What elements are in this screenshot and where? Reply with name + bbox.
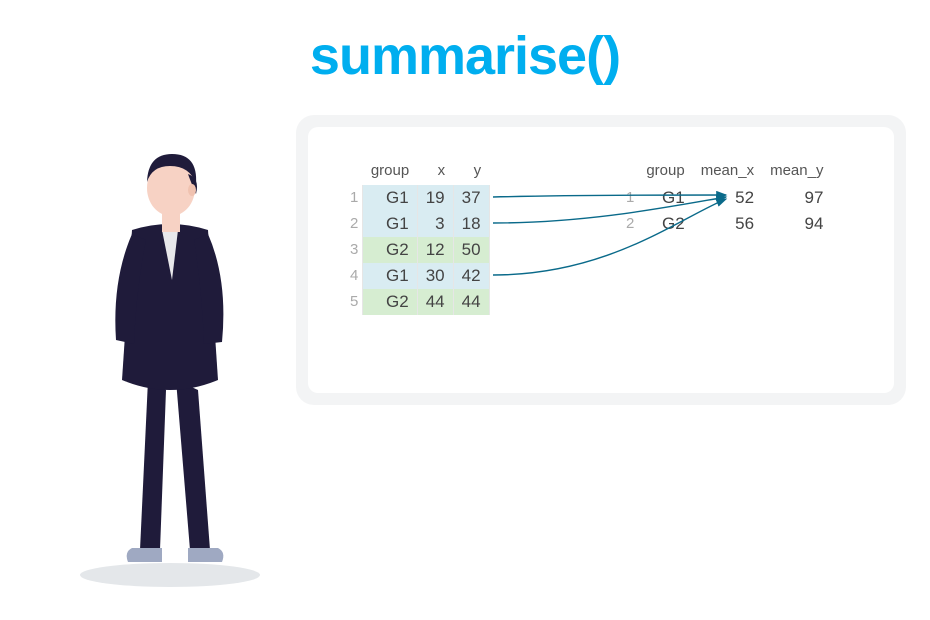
- table-cell: 4: [342, 263, 363, 289]
- table-cell: 19: [417, 185, 453, 211]
- table-cell: 3: [342, 237, 363, 263]
- table-row: 5G24444: [342, 289, 489, 315]
- table-cell: 42: [453, 263, 489, 289]
- col-header: group: [363, 162, 417, 185]
- output-table: group mean_x mean_y 1G152972G25694: [618, 162, 831, 237]
- page-title: summarise(): [0, 25, 930, 87]
- table-cell: 2: [342, 211, 363, 237]
- table-cell: 1: [342, 185, 363, 211]
- table-cell: G1: [363, 211, 417, 237]
- table-cell: 2: [618, 211, 638, 237]
- table-row: 4G13042: [342, 263, 489, 289]
- table-cell: 52: [693, 185, 762, 211]
- table-row: 2G25694: [618, 211, 831, 237]
- table-row: 1G11937: [342, 185, 489, 211]
- col-header: group: [638, 162, 692, 185]
- person-illustration: [50, 130, 290, 590]
- table-cell: 5: [342, 289, 363, 315]
- table-cell: G1: [638, 185, 692, 211]
- diagram-panel: group x y 1G119372G13183G212504G130425G2…: [296, 115, 906, 405]
- table-cell: G1: [363, 263, 417, 289]
- table-cell: 56: [693, 211, 762, 237]
- diagram-canvas: group x y 1G119372G13183G212504G130425G2…: [308, 127, 894, 393]
- col-header: x: [417, 162, 453, 185]
- table-cell: 3: [417, 211, 453, 237]
- input-table: group x y 1G119372G13183G212504G130425G2…: [342, 162, 490, 315]
- table-row: 1G15297: [618, 185, 831, 211]
- table-cell: 12: [417, 237, 453, 263]
- col-header: mean_y: [762, 162, 831, 185]
- table-cell: 44: [417, 289, 453, 315]
- table-cell: G2: [363, 237, 417, 263]
- table-cell: G2: [638, 211, 692, 237]
- table-row: 3G21250: [342, 237, 489, 263]
- table-cell: 18: [453, 211, 489, 237]
- table-row: 2G1318: [342, 211, 489, 237]
- table-cell: 94: [762, 211, 831, 237]
- table-cell: 30: [417, 263, 453, 289]
- table-cell: 44: [453, 289, 489, 315]
- table-cell: G1: [363, 185, 417, 211]
- table-cell: 97: [762, 185, 831, 211]
- col-header: y: [453, 162, 489, 185]
- table-cell: 37: [453, 185, 489, 211]
- col-header: mean_x: [693, 162, 762, 185]
- table-cell: G2: [363, 289, 417, 315]
- table-cell: 50: [453, 237, 489, 263]
- table-cell: 1: [618, 185, 638, 211]
